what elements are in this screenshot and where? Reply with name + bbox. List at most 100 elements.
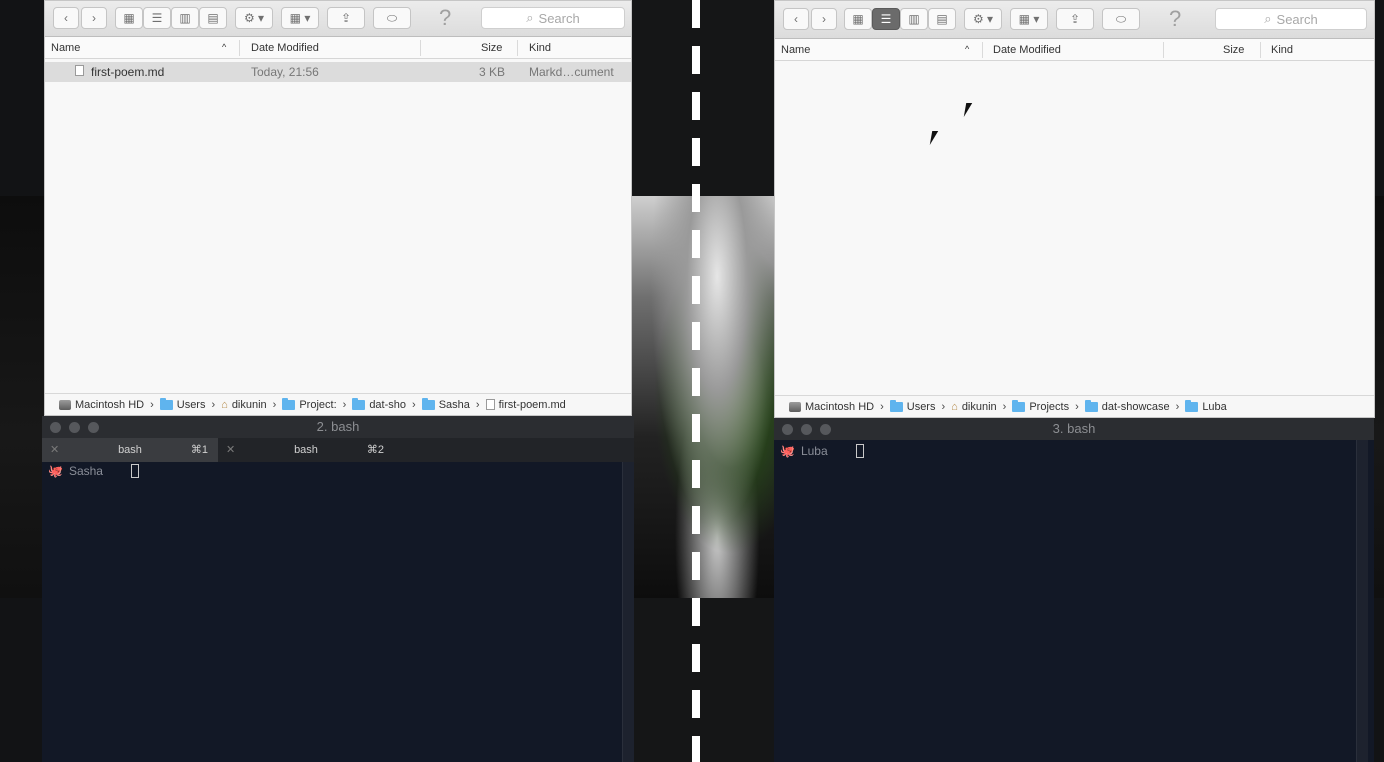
mouse-pointer bbox=[929, 131, 945, 145]
terminal-scrollbar[interactable] bbox=[622, 462, 634, 762]
close-tab-icon[interactable]: ✕ bbox=[50, 438, 59, 462]
window-controls bbox=[50, 422, 99, 433]
terminal-tab-2[interactable]: ✕ bash ⌘2 bbox=[218, 438, 394, 462]
octopus-icon: 🐙 bbox=[780, 444, 795, 458]
minimize-window-button[interactable] bbox=[801, 424, 812, 435]
terminal-titlebar: 2. bash bbox=[42, 416, 634, 438]
forward-button[interactable]: › bbox=[81, 7, 107, 29]
close-window-button[interactable] bbox=[50, 422, 61, 433]
column-view-button[interactable]: ▥ bbox=[900, 8, 928, 30]
share-button[interactable]: ⇪ bbox=[327, 7, 365, 29]
list-view-button[interactable]: ☰ bbox=[872, 8, 900, 30]
help-icon[interactable]: ? bbox=[439, 5, 451, 31]
column-view-button[interactable]: ▥ bbox=[171, 7, 199, 29]
coverflow-icon: ▤ bbox=[936, 12, 948, 26]
path-item[interactable]: dat-sho bbox=[352, 397, 406, 411]
arrange-icon: ▦ ▾ bbox=[289, 11, 311, 25]
list-icon: ☰ bbox=[880, 12, 892, 26]
finder-window-sasha: ‹ › ▦ ☰ ▥ ▤ ⚙ ▾ ▦ ▾ ⇪ ⬭ ? ⌕ Search Name … bbox=[44, 0, 632, 416]
terminal-window-sasha: 2. bash ✕ bash ⌘1 ✕ bash ⌘2 🐙 Sasha bbox=[42, 416, 634, 762]
tab-label: bash bbox=[294, 444, 318, 456]
path-item[interactable]: Project: bbox=[282, 397, 337, 411]
file-size: 3 KB bbox=[479, 65, 506, 79]
terminal-window-luba: 3. bash 🐙 Luba bbox=[774, 418, 1374, 762]
terminal-tab-bar: ✕ bash ⌘1 ✕ bash ⌘2 bbox=[42, 438, 634, 462]
search-field[interactable]: ⌕ Search bbox=[1215, 8, 1367, 30]
zoom-window-button[interactable] bbox=[820, 424, 831, 435]
path-item[interactable]: Macintosh HD bbox=[789, 401, 874, 413]
hard-drive-icon bbox=[789, 401, 801, 412]
chevron-left-icon: ‹ bbox=[794, 12, 798, 26]
folder-icon bbox=[352, 397, 366, 410]
finder-window-luba: ‹ › ▦ ☰ ▥ ▤ ⚙ ▾ ▦ ▾ ⇪ ⬭ ? ⌕ Search Name … bbox=[774, 0, 1375, 418]
search-placeholder: Search bbox=[538, 10, 580, 26]
folder-icon bbox=[889, 399, 903, 412]
coverflow-view-button[interactable]: ▤ bbox=[928, 8, 956, 30]
tags-button[interactable]: ⬭ bbox=[1102, 8, 1140, 30]
path-item[interactable]: ⌂ dikunin bbox=[951, 401, 997, 413]
octopus-icon: 🐙 bbox=[48, 464, 63, 478]
forest-photo bbox=[632, 196, 774, 598]
folder-icon bbox=[1084, 399, 1098, 412]
tags-button[interactable]: ⬭ bbox=[373, 7, 411, 29]
share-icon: ⇪ bbox=[340, 11, 352, 25]
terminal-tab-1[interactable]: ✕ bash ⌘1 bbox=[42, 438, 218, 462]
terminal-titlebar: 3. bash bbox=[774, 418, 1374, 440]
hard-drive-icon bbox=[59, 399, 71, 410]
path-item[interactable]: ⌂ dikunin bbox=[221, 399, 267, 411]
sort-ascending-icon: ^ bbox=[965, 44, 970, 54]
action-menu-button[interactable]: ⚙ ▾ bbox=[235, 7, 273, 29]
path-item[interactable]: Sasha bbox=[421, 397, 470, 411]
column-date-modified[interactable]: Date Modified bbox=[993, 44, 1061, 56]
column-kind[interactable]: Kind bbox=[529, 42, 551, 54]
column-name[interactable]: Name bbox=[51, 42, 80, 54]
icon-view-button[interactable]: ▦ bbox=[844, 8, 872, 30]
column-size[interactable]: Size bbox=[1223, 44, 1244, 56]
share-button[interactable]: ⇪ bbox=[1056, 8, 1094, 30]
back-button[interactable]: ‹ bbox=[783, 8, 809, 30]
back-button[interactable]: ‹ bbox=[53, 7, 79, 29]
column-size[interactable]: Size bbox=[481, 42, 502, 54]
list-view-button[interactable]: ☰ bbox=[143, 7, 171, 29]
path-item[interactable]: Luba bbox=[1185, 399, 1227, 413]
file-row[interactable]: first-poem.md Today, 21:56 3 KB Markd…cu… bbox=[45, 62, 631, 82]
file-kind: Markd…cument bbox=[529, 65, 614, 79]
zoom-window-button[interactable] bbox=[88, 422, 99, 433]
coverflow-view-button[interactable]: ▤ bbox=[199, 7, 227, 29]
path-item[interactable]: dat-showcase bbox=[1084, 399, 1170, 413]
close-tab-icon[interactable]: ✕ bbox=[226, 438, 235, 462]
path-item[interactable]: Macintosh HD bbox=[59, 399, 144, 411]
minimize-window-button[interactable] bbox=[69, 422, 80, 433]
column-kind[interactable]: Kind bbox=[1271, 44, 1293, 56]
arrange-menu-button[interactable]: ▦ ▾ bbox=[281, 7, 319, 29]
desktop: ‹ › ▦ ☰ ▥ ▤ ⚙ ▾ ▦ ▾ ⇪ ⬭ ? ⌕ Search Name … bbox=[0, 0, 1384, 762]
forward-button[interactable]: › bbox=[811, 8, 837, 30]
column-name[interactable]: Name bbox=[781, 44, 810, 56]
icon-view-button[interactable]: ▦ bbox=[115, 7, 143, 29]
folder-icon bbox=[1012, 399, 1026, 412]
chevron-right-icon: › bbox=[822, 12, 826, 26]
folder-icon bbox=[421, 397, 435, 410]
list-icon: ☰ bbox=[151, 11, 163, 25]
path-item[interactable]: Users bbox=[889, 399, 935, 413]
column-date-modified[interactable]: Date Modified bbox=[251, 42, 319, 54]
close-window-button[interactable] bbox=[782, 424, 793, 435]
terminal-scrollbar[interactable] bbox=[1356, 440, 1368, 762]
document-icon bbox=[75, 65, 84, 79]
help-icon[interactable]: ? bbox=[1169, 6, 1181, 32]
path-item[interactable]: first-poem.md bbox=[485, 399, 566, 411]
finder-toolbar: ‹ › ▦ ☰ ▥ ▤ ⚙ ▾ ▦ ▾ ⇪ ⬭ ? ⌕ Search bbox=[45, 1, 631, 37]
file-name: first-poem.md bbox=[91, 65, 165, 79]
search-field[interactable]: ⌕ Search bbox=[481, 7, 625, 29]
sort-ascending-icon: ^ bbox=[222, 42, 227, 52]
terminal-title: 3. bash bbox=[1052, 421, 1096, 436]
action-menu-button[interactable]: ⚙ ▾ bbox=[964, 8, 1002, 30]
prompt-user: Sasha bbox=[68, 464, 103, 478]
file-date: Today, 21:56 bbox=[251, 65, 319, 79]
path-item[interactable]: Users bbox=[159, 397, 205, 411]
shell-prompt[interactable]: 🐙 Sasha bbox=[48, 464, 139, 478]
shell-prompt[interactable]: 🐙 Luba bbox=[780, 444, 864, 458]
arrange-menu-button[interactable]: ▦ ▾ bbox=[1010, 8, 1048, 30]
path-item[interactable]: Projects bbox=[1012, 399, 1069, 413]
tab-label: bash bbox=[118, 444, 142, 456]
